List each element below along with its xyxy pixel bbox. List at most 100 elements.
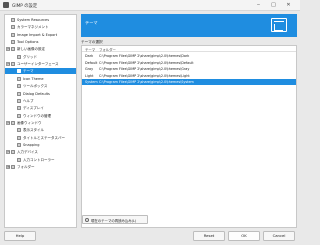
sidebar-item[interactable]: ヘルプ — [5, 98, 76, 104]
display-icon — [17, 106, 21, 111]
reload-theme-button[interactable]: 現在のテーマの再読み込み(L) — [82, 215, 148, 224]
theme-name: Light — [85, 73, 94, 78]
help-icon — [17, 98, 21, 103]
sidebar-item-label: 画像ウィンドウ — [17, 120, 42, 125]
theme-folder: C:\Program Files\GIMP 2\share\gimp\2.0\t… — [99, 73, 190, 78]
chip-icon — [11, 18, 15, 22]
theme-row[interactable]: Gray C:\Program Files\GIMP 2\share\gimp\2… — [82, 66, 296, 72]
theme-folder: C:\Program Files\GIMP 2\share\gimp\2.0\t… — [99, 60, 194, 65]
sidebar-item-label: Icon Theme — [23, 76, 44, 81]
sidebar-item[interactable]: 表示スタイル — [5, 127, 76, 133]
folder-icon — [11, 165, 15, 169]
title-icon — [17, 135, 21, 140]
tool-icon — [11, 40, 15, 45]
sidebar-item[interactable]: グリッド — [5, 54, 76, 60]
sidebar-item[interactable]: ⊟ 画像ウィンドウ — [5, 120, 76, 126]
sidebar-item[interactable]: ⊟ 新しい画像の設定 — [5, 46, 76, 52]
grid-icon — [17, 54, 21, 59]
reset-button[interactable]: Reset — [193, 231, 225, 241]
gimp-icon — [3, 2, 9, 8]
page-title: テーマ — [85, 20, 98, 25]
sidebar-item-label: ディスプレイ — [23, 106, 44, 111]
sidebar-item-label: グリッド — [23, 54, 37, 59]
input-device-icon — [11, 150, 15, 155]
minimize-button[interactable]: ‒ — [255, 2, 262, 9]
controller-icon — [17, 157, 21, 162]
window-title: GIMP の設定 — [12, 4, 38, 9]
theme-list: テーマ フォルダー Dark C:\Program Files\GIMP 2\sh… — [81, 45, 297, 228]
theme-icon — [17, 69, 21, 74]
ok-button[interactable]: OK — [228, 231, 260, 241]
icon-theme-icon — [17, 76, 21, 81]
column-header-theme[interactable]: テーマ — [85, 47, 95, 52]
sidebar-item-label: 表示スタイル — [23, 128, 44, 133]
sidebar-item[interactable]: Snapping — [5, 142, 76, 148]
tree-expander-icon[interactable]: ⊟ — [6, 150, 10, 155]
maximize-button[interactable]: □ — [270, 2, 277, 9]
sidebar-item[interactable]: Dialog Defaults — [5, 91, 76, 97]
theme-row[interactable]: System C:\Program Files\GIMP 2\share\gimp… — [82, 79, 296, 86]
tree-expander-icon[interactable]: ⊟ — [6, 62, 10, 67]
preferences-category-tree: System Resources カラーマネジメント Image Import & … — [4, 14, 77, 228]
sidebar-item-label: ツールボックス — [23, 84, 48, 89]
cancel-button[interactable]: Cancel — [263, 231, 295, 241]
sidebar-item-label: タイトルとステータスバー — [23, 135, 65, 140]
sidebar-item-label: Dialog Defaults — [23, 91, 50, 96]
sidebar-item[interactable]: Tool Options — [5, 39, 76, 45]
close-button[interactable]: ✕ — [285, 2, 292, 9]
sidebar-item[interactable]: System Resources — [5, 17, 76, 23]
sidebar-item[interactable]: カラーマネジメント — [5, 24, 76, 30]
sidebar-item-label: カラーマネジメント — [17, 25, 49, 30]
theme-list-header: テーマ フォルダー — [82, 46, 296, 52]
theme-row[interactable]: Dark C:\Program Files\GIMP 2\share\gimp\2… — [82, 53, 296, 59]
page-header-banner: テーマ — [81, 14, 297, 37]
sidebar-item[interactable]: 入力コントローラー — [5, 157, 76, 163]
help-button[interactable]: Help — [4, 231, 36, 241]
theme-name: System — [85, 80, 98, 85]
sidebar-item[interactable]: Icon Theme — [5, 76, 76, 82]
sidebar-item[interactable]: ツールボックス — [5, 83, 76, 89]
sidebar-item[interactable]: タイトルとステータスバー — [5, 135, 76, 141]
theme-name: Gray — [85, 67, 94, 72]
interface-icon — [11, 62, 15, 67]
toolbox-icon — [17, 84, 21, 89]
sidebar-item[interactable]: ウィンドウの管理 — [5, 113, 76, 119]
color-icon — [11, 25, 15, 30]
tree-expander-icon[interactable]: ⊟ — [6, 120, 10, 125]
sidebar-item-label: フォルダー — [17, 165, 35, 169]
theme-name: Default — [85, 60, 98, 65]
sidebar-item-label: ユーザーインターフェース — [17, 62, 59, 67]
sidebar-item[interactable]: ディスプレイ — [5, 105, 76, 111]
sidebar-item-label: Tool Options — [17, 40, 39, 45]
sidebar-item-label: ヘルプ — [23, 98, 34, 103]
sidebar-item-label: テーマ — [23, 69, 34, 74]
title-bar: GIMP の設定 ‒ □ ✕ — [0, 0, 300, 11]
sidebar-item-label: ウィンドウの管理 — [23, 113, 51, 118]
sidebar-item-label: 新しい画像の設定 — [17, 47, 45, 52]
sidebar-item[interactable]: ⊞ フォルダー — [5, 164, 76, 170]
new-image-icon — [11, 47, 15, 52]
sidebar-item[interactable]: ⊟ 入力デバイス — [5, 149, 76, 155]
column-header-folder[interactable]: フォルダー — [99, 47, 116, 52]
sidebar-item-label: 入力コントローラー — [23, 157, 55, 162]
snap-icon — [17, 142, 21, 147]
theme-row[interactable]: Light C:\Program Files\GIMP 2\share\gimp\… — [82, 73, 296, 79]
theme-banner-icon — [271, 18, 287, 32]
appearance-icon — [17, 128, 21, 133]
tree-expander-icon[interactable]: ⊞ — [6, 165, 10, 169]
theme-name: Dark — [85, 54, 94, 58]
window-icon — [17, 113, 21, 118]
sidebar-item[interactable]: ⊟ ユーザーインターフェース — [5, 61, 76, 67]
sidebar-item[interactable]: テーマ — [5, 68, 76, 75]
theme-folder: C:\Program Files\GIMP 2\share\gimp\2.0\t… — [99, 80, 194, 85]
import-icon — [11, 32, 15, 37]
sidebar-item-label: Snapping — [23, 142, 40, 147]
theme-folder: C:\Program Files\GIMP 2\share\gimp\2.0\t… — [99, 54, 190, 58]
theme-row[interactable]: Default C:\Program Files\GIMP 2\share\gim… — [82, 60, 296, 66]
tree-expander-icon[interactable]: ⊟ — [6, 47, 10, 52]
sidebar-item[interactable]: Image Import & Export — [5, 32, 76, 38]
reload-theme-label: 現在のテーマの再読み込み(L) — [91, 219, 137, 223]
reload-icon — [85, 218, 89, 222]
image-window-icon — [11, 120, 15, 125]
sidebar-item-label: Image Import & Export — [17, 32, 58, 37]
